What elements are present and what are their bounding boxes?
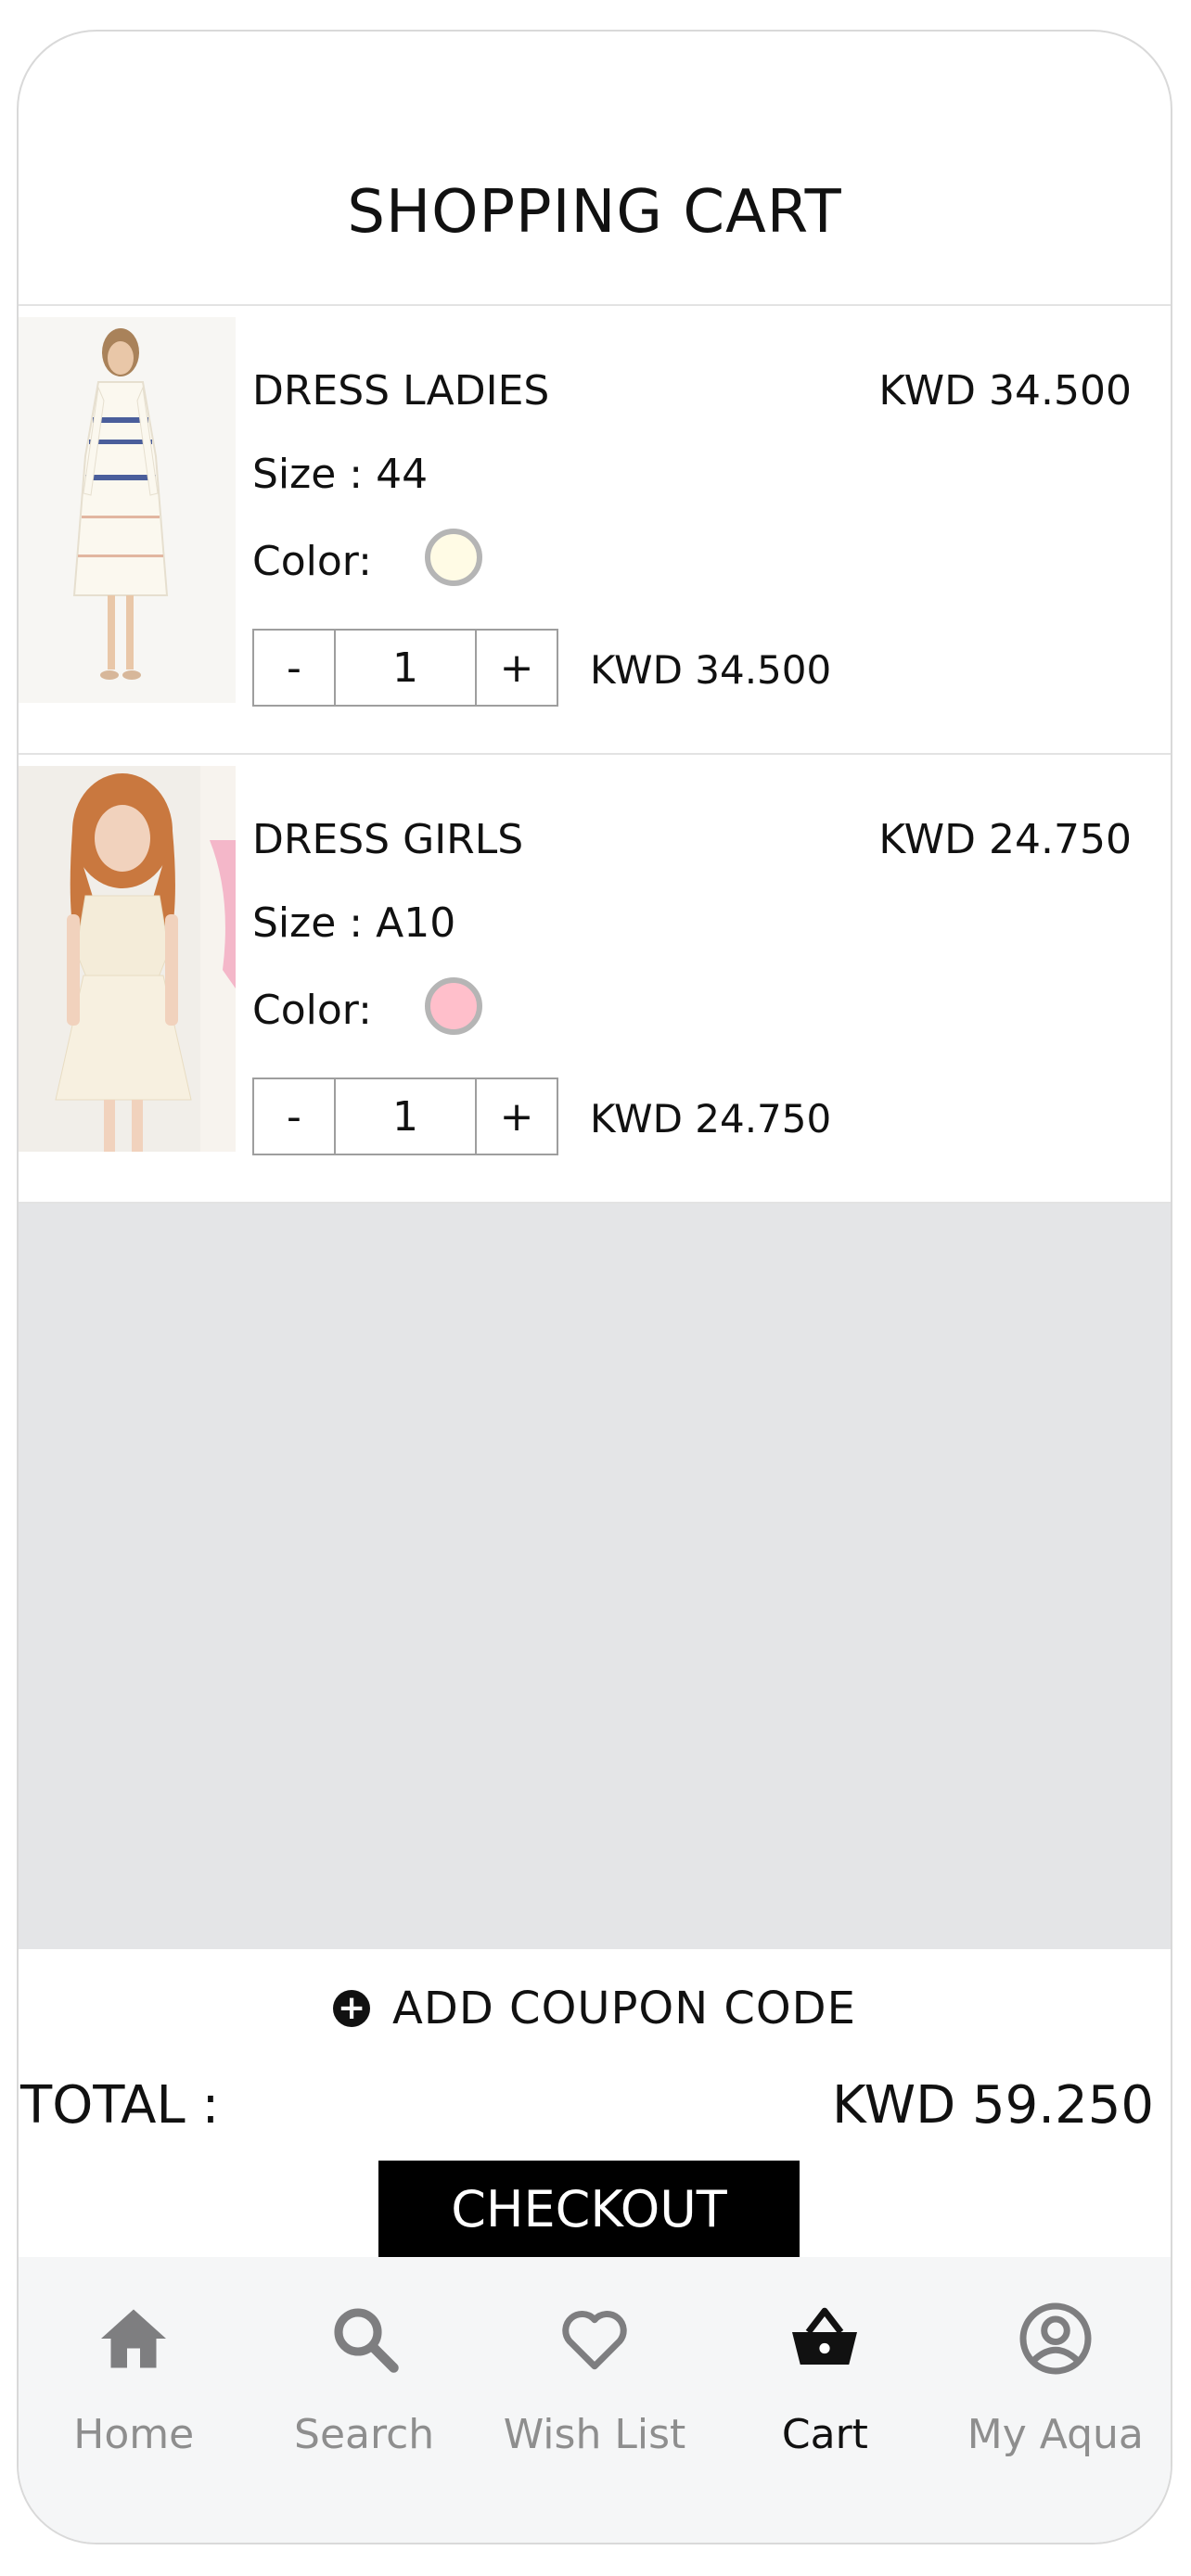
increase-quantity-button[interactable]: + xyxy=(475,1079,557,1154)
line-total: KWD 34.500 xyxy=(590,647,832,693)
device-frame: SHOPPING CART DRESS LADIES KWD 34.500 Si… xyxy=(17,30,1172,2544)
dress-girls-image xyxy=(19,766,236,1152)
product-size: Size : 44 xyxy=(252,451,429,498)
product-name: DRESS LADIES xyxy=(252,367,550,414)
product-price: KWD 34.500 xyxy=(878,367,1132,414)
user-circle-icon xyxy=(1019,2302,1092,2375)
color-swatch xyxy=(425,529,482,586)
product-size: Size : A10 xyxy=(252,899,456,947)
search-icon xyxy=(334,2308,399,2373)
cart-empty-area xyxy=(19,1204,1171,1949)
decrease-quantity-button[interactable]: - xyxy=(254,631,336,705)
product-color-label: Color: xyxy=(252,987,372,1034)
decrease-quantity-button[interactable]: - xyxy=(254,1079,336,1154)
dress-ladies-image xyxy=(19,317,236,703)
quantity-value[interactable]: 1 xyxy=(336,631,475,705)
plus-circle-icon: + xyxy=(333,1990,371,2027)
basket-icon xyxy=(792,2307,858,2365)
product-color-label: Color: xyxy=(252,538,372,585)
product-image[interactable] xyxy=(19,766,236,1152)
color-swatch xyxy=(425,977,482,1035)
increase-quantity-button[interactable]: + xyxy=(475,631,557,705)
cart-item: DRESS LADIES KWD 34.500 Size : 44 Color:… xyxy=(19,306,1171,755)
line-total: KWD 24.750 xyxy=(590,1096,832,1141)
heart-icon xyxy=(562,2311,627,2370)
add-coupon-label: ADD COUPON CODE xyxy=(392,1983,856,2034)
page-title: SHOPPING CART xyxy=(347,178,842,247)
tab-label: Cart xyxy=(781,2411,868,2458)
home-icon xyxy=(101,2309,167,2368)
bottom-tab-bar: Home Search Wish List Cart My Aqua xyxy=(19,2257,1171,2543)
product-price: KWD 24.750 xyxy=(878,816,1132,863)
total-value: KWD 59.250 xyxy=(832,2075,1154,2136)
checkout-button[interactable]: CHECKOUT xyxy=(378,2161,800,2257)
header: SHOPPING CART xyxy=(19,32,1171,306)
add-coupon-button[interactable]: + ADD COUPON CODE xyxy=(19,1983,1171,2034)
total-label: TOTAL : xyxy=(20,2075,220,2136)
tab-label: Home xyxy=(73,2411,195,2458)
quantity-stepper: - 1 + xyxy=(252,1078,558,1155)
tab-search[interactable]: Search xyxy=(249,2257,479,2543)
tab-wish-list[interactable]: Wish List xyxy=(480,2257,710,2543)
tab-home[interactable]: Home xyxy=(19,2257,249,2543)
tab-my-aqua[interactable]: My Aqua xyxy=(941,2257,1171,2543)
product-name: DRESS GIRLS xyxy=(252,816,524,863)
tab-label: My Aqua xyxy=(967,2411,1144,2458)
cart-item: DRESS GIRLS KWD 24.750 Size : A10 Color:… xyxy=(19,755,1171,1204)
tab-cart[interactable]: Cart xyxy=(710,2257,940,2543)
quantity-value[interactable]: 1 xyxy=(336,1079,475,1154)
tab-label: Search xyxy=(294,2411,435,2458)
tab-label: Wish List xyxy=(503,2411,686,2458)
product-image[interactable] xyxy=(19,317,236,703)
quantity-stepper: - 1 + xyxy=(252,629,558,707)
